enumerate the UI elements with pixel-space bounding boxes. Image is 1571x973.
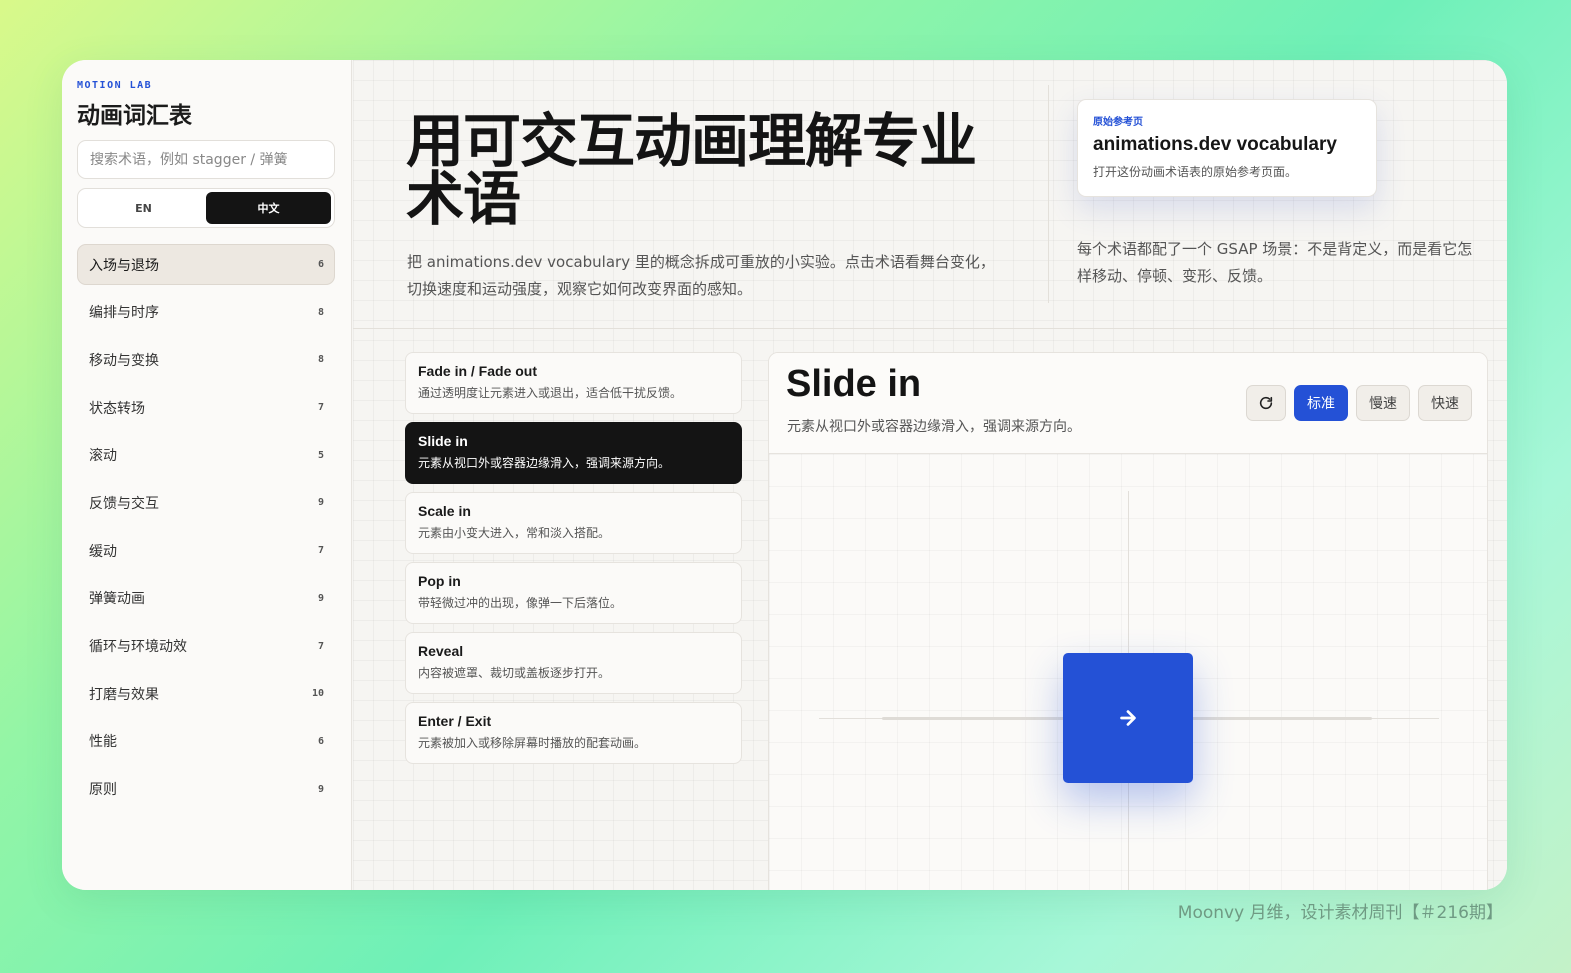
- nav-item-count: 5: [317, 449, 324, 461]
- term-name: Scale in: [418, 503, 471, 519]
- speed-standard-button[interactable]: 标准: [1294, 385, 1348, 421]
- reference-title: animations.dev vocabulary: [1093, 134, 1337, 155]
- term-description: 内容被遮罩、裁切或盖板逐步打开。: [418, 666, 611, 680]
- stage-canvas: [769, 454, 1487, 890]
- page-description: 把 animations.dev vocabulary 里的概念拆成可重放的小实…: [407, 253, 995, 298]
- nav-item-loops[interactable]: 循环与环境动效 7: [77, 626, 335, 667]
- playback-controls: 标准 慢速 快速: [1246, 385, 1472, 421]
- nav-item-label: 循环与环境动效: [89, 639, 187, 655]
- nav-item-count: 9: [317, 497, 324, 509]
- category-nav: 入场与退场 6 编排与时序 8 移动与变换 8 状态转场 7 滚动 5 反馈与交互 9 缓动…: [77, 244, 335, 816]
- nav-item-label: 性能: [89, 734, 117, 751]
- term-description: 通过透明度让元素进入或退出，适合低干扰反馈。: [418, 386, 683, 400]
- term-card-pop-in[interactable]: Pop in 带轻微过冲的出现，像弹一下后落位。: [405, 562, 742, 624]
- nav-item-state-transitions[interactable]: 状态转场 7: [77, 387, 335, 428]
- app-title: 动画词汇表: [77, 102, 192, 128]
- nav-item-movement[interactable]: 移动与变换 8: [77, 339, 335, 380]
- nav-item-count: 6: [317, 259, 324, 270]
- sidebar: MOTION LAB 动画词汇表 EN 中文 入场与退场 6 编排与时序 8 移动与…: [62, 60, 352, 890]
- replay-icon: [1259, 396, 1273, 410]
- nav-item-easing[interactable]: 缓动 7: [77, 530, 335, 571]
- nav-item-label: 状态转场: [89, 400, 145, 417]
- nav-item-count: 7: [317, 545, 324, 557]
- stage-subtitle: 元素从视口外或容器边缘滑入，强调来源方向。: [787, 419, 1081, 435]
- term-card-slide-in[interactable]: Slide in 元素从视口外或容器边缘滑入，强调来源方向。: [405, 422, 742, 484]
- nav-item-count: 7: [317, 402, 324, 414]
- term-name: Fade in / Fade out: [418, 363, 538, 379]
- credit-watermark: Moonvy 月维，设计素材周刊【＃216期】: [1177, 903, 1503, 923]
- nav-item-count: 9: [317, 783, 324, 795]
- reference-kicker: 原始参考页: [1093, 117, 1143, 128]
- language-toggle: EN 中文: [77, 188, 335, 228]
- demo-element: [1063, 653, 1193, 783]
- term-description: 元素被加入或移除屏幕时播放的配套动画。: [418, 736, 647, 750]
- nav-item-label: 反馈与交互: [89, 495, 159, 512]
- term-card-scale-in[interactable]: Scale in 元素由小变大进入，常和淡入搭配。: [405, 492, 742, 554]
- nav-item-label: 缓动: [89, 543, 117, 560]
- app-window: MOTION LAB 动画词汇表 EN 中文 入场与退场 6 编排与时序 8 移动与…: [62, 60, 1507, 890]
- nav-item-enter-exit[interactable]: 入场与退场 6: [77, 244, 335, 285]
- term-name: Slide in: [418, 433, 468, 449]
- nav-item-label: 移动与变换: [89, 352, 159, 369]
- term-name: Reveal: [418, 643, 464, 659]
- replay-button[interactable]: [1246, 385, 1286, 421]
- term-list: Fade in / Fade out 通过透明度让元素进入或退出，适合低干扰反馈。…: [405, 352, 742, 772]
- nav-item-count: 8: [317, 306, 324, 318]
- nav-item-label: 弹簧动画: [89, 591, 145, 608]
- search-input[interactable]: [77, 140, 335, 179]
- speed-fast-button[interactable]: 快速: [1418, 385, 1472, 421]
- lang-zh-button[interactable]: 中文: [206, 192, 331, 224]
- stage-header: Slide in 元素从视口外或容器边缘滑入，强调来源方向。 标准 慢速 快速: [769, 353, 1487, 454]
- divider: [353, 328, 1507, 329]
- term-description: 元素由小变大进入，常和淡入搭配。: [418, 526, 611, 540]
- lang-en-button[interactable]: EN: [81, 192, 206, 224]
- nav-item-label: 打磨与效果: [89, 686, 159, 703]
- nav-item-principles[interactable]: 原则 9: [77, 769, 335, 810]
- brand-kicker: MOTION LAB: [77, 80, 153, 91]
- term-card-fade[interactable]: Fade in / Fade out 通过透明度让元素进入或退出，适合低干扰反馈。: [405, 352, 742, 414]
- nav-item-label: 编排与时序: [89, 305, 159, 322]
- nav-item-spring[interactable]: 弹簧动画 9: [77, 578, 335, 619]
- divider: [1048, 85, 1049, 303]
- page-title: 用可交互动画理解专业术语: [406, 107, 977, 233]
- nav-item-label: 原则: [89, 782, 117, 799]
- term-description: 元素从视口外或容器边缘滑入，强调来源方向。: [418, 456, 671, 470]
- arrow-right-icon: [1120, 710, 1136, 726]
- nav-item-performance[interactable]: 性能 6: [77, 721, 335, 762]
- main-content: 用可交互动画理解专业术语 把 animations.dev vocabulary…: [353, 60, 1507, 890]
- term-description: 带轻微过冲的出现，像弹一下后落位。: [418, 596, 623, 610]
- term-card-enter-exit[interactable]: Enter / Exit 元素被加入或移除屏幕时播放的配套动画。: [405, 702, 742, 764]
- nav-item-count: 9: [317, 592, 324, 604]
- demo-stage: Slide in 元素从视口外或容器边缘滑入，强调来源方向。 标准 慢速 快速: [768, 352, 1488, 890]
- speed-slow-button[interactable]: 慢速: [1356, 385, 1410, 421]
- nav-item-label: 入场与退场: [89, 257, 159, 274]
- reference-subtitle: 打开这份动画术语表的原始参考页面。: [1093, 165, 1298, 179]
- nav-item-scroll[interactable]: 滚动 5: [77, 435, 335, 476]
- nav-item-feedback[interactable]: 反馈与交互 9: [77, 482, 335, 523]
- hero-note: 每个术语都配了一个 GSAP 场景：不是背定义，而是看它怎样移动、停顿、变形、反…: [1077, 240, 1473, 285]
- nav-item-polish[interactable]: 打磨与效果 10: [77, 673, 335, 714]
- nav-item-choreography[interactable]: 编排与时序 8: [77, 292, 335, 333]
- reference-link-card[interactable]: 原始参考页 animations.dev vocabulary 打开这份动画术语…: [1077, 99, 1377, 197]
- term-card-reveal[interactable]: Reveal 内容被遮罩、裁切或盖板逐步打开。: [405, 632, 742, 694]
- nav-item-count: 6: [317, 735, 324, 747]
- term-name: Enter / Exit: [418, 713, 492, 729]
- stage-title: Slide in: [786, 363, 922, 405]
- term-name: Pop in: [418, 573, 461, 589]
- nav-item-count: 8: [317, 354, 324, 366]
- nav-item-label: 滚动: [89, 448, 117, 465]
- nav-item-count: 7: [317, 640, 324, 652]
- nav-item-count: 10: [311, 688, 324, 700]
